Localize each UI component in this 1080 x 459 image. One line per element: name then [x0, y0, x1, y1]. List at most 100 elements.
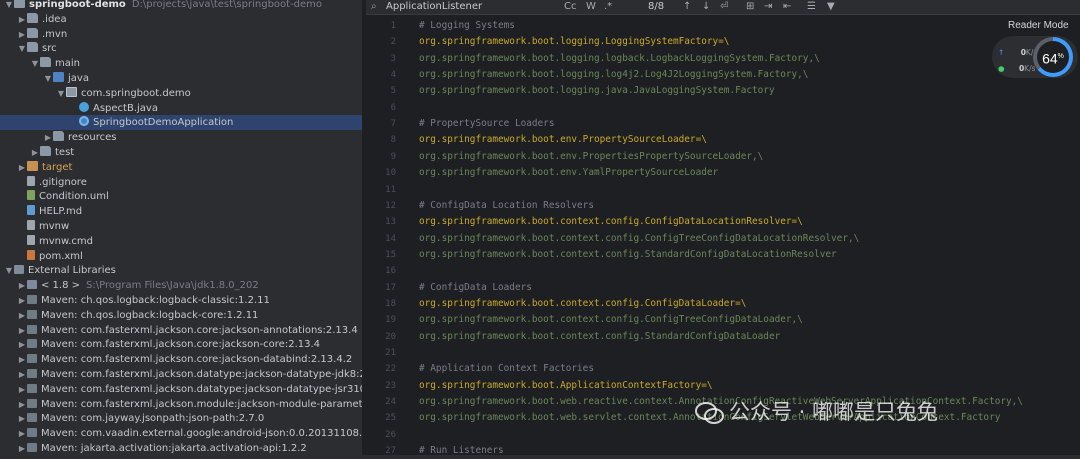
regex-button[interactable]: .* — [604, 0, 612, 14]
multi-select-icon[interactable]: ☰ — [807, 0, 816, 14]
tree-item[interactable]: ▶ .idea — [0, 12, 362, 27]
tree-item-label: src — [42, 43, 57, 55]
tree-item[interactable]: ▶ resources — [0, 130, 362, 145]
tree-item[interactable]: SpringbootDemoApplication — [0, 115, 362, 131]
line-number: 8 — [390, 135, 396, 146]
chevron-right-icon[interactable]: ▶ — [17, 160, 27, 175]
code-line: org.springframework.boot.ApplicationCont… — [419, 379, 713, 391]
previous-match-arrow-icon[interactable]: ↑ — [683, 0, 691, 14]
find-bar: ⌕ ApplicationListener Cc W .* 8/8 ↑ ↓ ⏎ … — [366, 0, 1080, 15]
tree-item[interactable]: ▶ < 1.8 > S:\Program Files\Java\jdk1.8.0_2… — [0, 278, 362, 293]
chevron-right-icon[interactable]: ▶ — [17, 382, 27, 397]
tree-item[interactable]: ▼ com.springboot.demo — [0, 86, 362, 101]
chevron-right-icon[interactable]: ▶ — [43, 130, 53, 145]
tree-item[interactable]: ▶ Maven: com.fasterxml.jackson.core:jacks… — [0, 352, 362, 367]
gauge-percent: 64 — [1042, 50, 1058, 67]
tree-item[interactable]: ▶ Maven: ch.qos.logback:logback-core:1.2.… — [0, 308, 362, 323]
tree-item[interactable]: ▼ java — [0, 71, 362, 86]
tree-item-label: < 1.8 > — [41, 280, 81, 292]
match-case-button[interactable]: Cc — [564, 0, 576, 14]
chevron-right-icon[interactable]: ▶ — [17, 27, 27, 42]
reader-mode-label[interactable]: Reader Mode — [1008, 20, 1069, 31]
tree-item[interactable]: HELP.md — [0, 204, 362, 219]
tree-item[interactable]: .gitignore — [0, 175, 362, 190]
tree-item[interactable]: Condition.uml — [0, 189, 362, 204]
tree-item-label: .mvn — [42, 28, 68, 40]
tree-item[interactable]: ▶ Maven: com.fasterxml.jackson.core:jacks… — [0, 337, 362, 352]
tree-item-label: Maven: com.fasterxml.jackson.core:jackso… — [41, 324, 358, 336]
next-match-arrow-icon[interactable]: ↓ — [702, 0, 710, 14]
tree-item[interactable]: ▼ springboot-demo D:\projects\java\test\sp… — [0, 0, 362, 12]
tree-item-label: Maven: com.vaadin.external.google:androi… — [41, 428, 362, 440]
tree-item[interactable]: ▶ Maven: com.fasterxml.jackson.core:jacks… — [0, 323, 362, 338]
chevron-down-icon[interactable]: ▼ — [4, 0, 14, 12]
tree-item[interactable]: mvnw.cmd — [0, 234, 362, 249]
select-all-icon[interactable]: ⊞ — [746, 0, 754, 14]
chevron-right-icon[interactable]: ▶ — [17, 12, 27, 27]
code-line: org.springframework.boot.logging.java.Ja… — [419, 85, 775, 97]
chevron-down-icon[interactable]: ▼ — [30, 56, 40, 71]
find-input[interactable]: ApplicationListener — [386, 0, 536, 14]
chevron-right-icon[interactable]: ▶ — [17, 426, 27, 441]
chevron-right-icon[interactable]: ▶ — [17, 308, 27, 323]
tree-item[interactable]: ▶ Maven: ch.qos.logback:logback-classic:1… — [0, 293, 362, 308]
upload-arrow-icon: ↑ — [998, 48, 1005, 57]
tree-item[interactable]: ▼ External Libraries — [0, 263, 362, 278]
folder-icon — [27, 12, 38, 23]
chevron-right-icon[interactable]: ▶ — [17, 337, 27, 352]
tree-item-label: Maven: jakarta.activation:jakarta.activa… — [41, 443, 307, 454]
tree-item[interactable]: ▶ Maven: com.jayway.jsonpath:json-path:2.… — [0, 411, 362, 426]
chevron-right-icon[interactable]: ▶ — [30, 145, 40, 160]
md-icon — [27, 205, 35, 216]
add-occurrence-icon[interactable]: ⇥ — [764, 0, 772, 14]
tree-item[interactable]: ▶ Maven: com.vaadin.external.google:andro… — [0, 426, 362, 441]
tree-item-label: Condition.uml — [39, 191, 109, 203]
tree-item[interactable]: ▼ main — [0, 56, 362, 71]
tree-item-label: Maven: com.fasterxml.jackson.module:jack… — [41, 398, 362, 410]
chevron-down-icon[interactable]: ▼ — [17, 41, 27, 56]
tree-item[interactable]: ▼ src — [0, 41, 362, 56]
download-dot-icon: ● — [998, 64, 1005, 73]
chevron-right-icon[interactable]: ▶ — [17, 367, 27, 382]
code-line: org.springframework.boot.logging.logback… — [419, 52, 820, 64]
line-number: 9 — [390, 151, 396, 162]
code-area[interactable]: # Logging Systems org.springframework.boo… — [419, 16, 1080, 456]
line-number: 2 — [390, 37, 396, 48]
chevron-right-icon[interactable]: ▶ — [17, 411, 27, 426]
java-c-icon — [79, 116, 89, 127]
code-line: org.springframework.boot.logging.log4j2.… — [419, 69, 809, 81]
open-in-window-icon[interactable]: ⏎ — [720, 0, 728, 14]
line-number: 7 — [390, 119, 396, 130]
whole-word-button[interactable]: W — [586, 0, 596, 14]
tree-item[interactable]: ▶ Maven: com.fasterxml.jackson.datatype:j… — [0, 382, 362, 397]
remove-occurrence-icon[interactable]: ⇤ — [783, 0, 791, 14]
jar-icon — [27, 383, 37, 393]
tree-item[interactable]: mvnw — [0, 219, 362, 234]
chevron-down-icon[interactable]: ▼ — [4, 263, 14, 278]
file-icon — [27, 175, 35, 186]
tree-item[interactable]: ▶ Maven: jakarta.activation:jakarta.activ… — [0, 441, 362, 455]
chevron-right-icon[interactable]: ▶ — [17, 352, 27, 367]
chevron-right-icon[interactable]: ▶ — [17, 323, 27, 338]
line-number: 1 — [390, 21, 396, 31]
tree-item[interactable]: ▶ Maven: com.fasterxml.jackson.datatype:j… — [0, 367, 362, 382]
jar-icon — [27, 339, 37, 349]
chevron-right-icon[interactable]: ▶ — [17, 278, 27, 293]
chevron-down-icon[interactable]: ▼ — [43, 71, 53, 86]
tree-item[interactable]: AspectB.java — [0, 101, 362, 116]
jar-icon — [27, 354, 37, 364]
tree-item[interactable]: ▶ Maven: com.fasterxml.jackson.module:jac… — [0, 397, 362, 412]
jar-icon — [27, 324, 37, 334]
tree-item[interactable]: pom.xml — [0, 249, 362, 264]
filter-icon[interactable]: ▼ — [827, 0, 835, 14]
line-number: 13 — [385, 217, 396, 228]
xml-icon — [27, 249, 35, 260]
code-line: # ConfigData Location Resolvers — [419, 199, 594, 211]
chevron-right-icon[interactable]: ▶ — [17, 441, 27, 455]
tree-item[interactable]: ▶ .mvn — [0, 27, 362, 42]
chevron-right-icon[interactable]: ▶ — [17, 293, 27, 308]
tree-item[interactable]: ▶ test — [0, 145, 362, 160]
chevron-down-icon[interactable]: ▼ — [56, 86, 66, 101]
tree-item[interactable]: ▶ target — [0, 160, 362, 175]
chevron-right-icon[interactable]: ▶ — [17, 397, 27, 412]
